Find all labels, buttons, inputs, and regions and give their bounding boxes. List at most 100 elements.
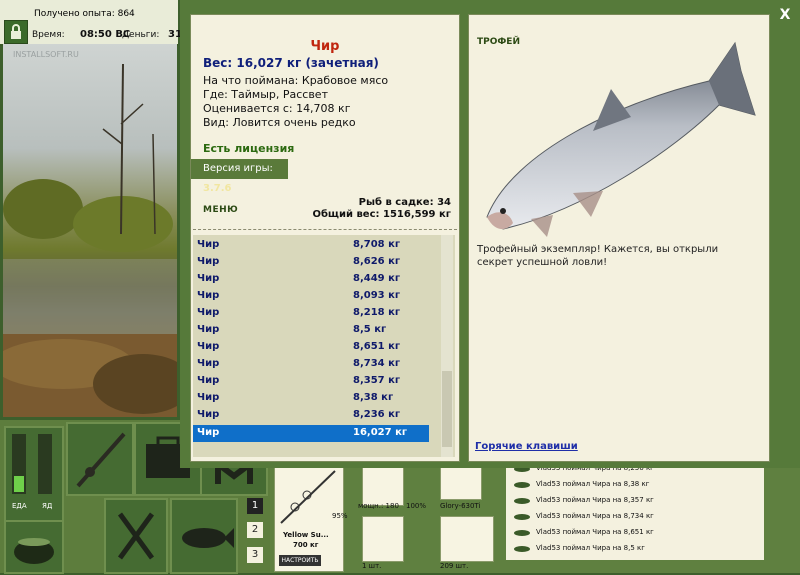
net-count: Рыб в садке: 34 — [358, 197, 451, 208]
rod-percent: 95% — [332, 512, 348, 520]
fish-list-name: Чир — [197, 256, 220, 267]
bait-tile[interactable] — [440, 516, 494, 562]
list-item[interactable]: Чир 8,357 кг — [193, 373, 429, 390]
menu-link[interactable]: МЕНЮ — [203, 205, 238, 215]
poison-gauge — [38, 434, 52, 494]
fish-list-name: Чир — [197, 392, 220, 403]
cauldron-icon[interactable] — [4, 520, 64, 574]
fish-icon — [514, 546, 530, 552]
version-value: 3.7.6 — [203, 183, 232, 194]
setup-button[interactable]: НАСТРОИТЬ — [279, 555, 321, 566]
time-label: Время: — [32, 30, 65, 40]
catch-info-panel: Чир Вес: 16,027 кг (зачетная) На что пой… — [190, 14, 460, 462]
close-button[interactable]: X — [775, 5, 795, 25]
trophy-text: Трофейный экземпляр! Кажется, вы открыли… — [477, 244, 719, 268]
reel-power: мощн.: 180 — [358, 502, 399, 510]
slot-3-button[interactable]: 3 — [247, 547, 263, 563]
lock-icon[interactable] — [4, 20, 28, 44]
fish-list-weight: 16,027 кг — [353, 427, 408, 438]
fish-list-name: Чир — [197, 427, 220, 438]
fish-name: Чир — [310, 39, 340, 54]
fish-list-weight: 8,626 кг — [353, 256, 401, 267]
license-status: Есть лицензия — [203, 142, 295, 155]
place-info: Где: Таймыр, Рассвет — [203, 88, 328, 101]
slot-1-button[interactable]: 1 — [247, 498, 263, 514]
fish-list-weight: 8,449 кг — [353, 273, 401, 284]
catch-log[interactable]: Vlad53 поймал Чира на 8,236 кг Vlad53 по… — [506, 460, 764, 560]
list-item[interactable]: Чир 8,38 кг — [193, 390, 429, 407]
trophy-panel: ТРОФЕЙ Трофейный экземпляр! Кажется, вы … — [468, 14, 770, 462]
catch-log-panel: Vlad53 поймал Чира на 8,236 кг Vlad53 по… — [500, 460, 800, 573]
line-tile[interactable] — [440, 464, 482, 500]
line-name: Glory-630Ti — [440, 502, 481, 510]
gauges-panel: ЕДА ЯД — [4, 426, 64, 522]
fish-list-weight: 8,708 кг — [353, 239, 401, 250]
fish-list-name: Чир — [197, 341, 220, 352]
list-item-selected[interactable]: Чир 16,027 кг — [193, 425, 429, 442]
bait-count: 209 шт. — [440, 562, 469, 570]
game-version: Версия игры: 3.7.6 — [191, 159, 288, 194]
fish-icon — [514, 514, 530, 520]
log-line: Vlad53 поймал Чира на 8,5 кг — [536, 544, 645, 552]
fish-list-name: Чир — [197, 239, 220, 250]
fish-list-weight: 8,734 кг — [353, 358, 401, 369]
fish-list-weight: 8,357 кг — [353, 375, 401, 386]
list-item[interactable]: Чир 8,626 кг — [193, 254, 429, 271]
fish-list-weight: 8,218 кг — [353, 307, 401, 318]
version-label: Версия игры: — [203, 163, 273, 174]
fish-weight: Вес: 16,027 кг (зачетная) — [203, 56, 379, 70]
bait-info: На что поймана: Крабовое мясо — [203, 74, 389, 87]
scrollbar-thumb[interactable] — [442, 371, 452, 447]
fish-icon — [514, 482, 530, 488]
fish-list-name: Чир — [197, 324, 220, 335]
fish-icon — [514, 530, 530, 536]
fish-list-weight: 8,093 кг — [353, 290, 401, 301]
fish-catalog-icon[interactable] — [170, 498, 238, 574]
fish-list-name: Чир — [197, 290, 220, 301]
net-total: Общий вес: 1516,599 кг — [312, 209, 451, 220]
fish-list-name: Чир — [197, 273, 220, 284]
list-item[interactable]: Чир 8,5 кг — [193, 322, 429, 339]
trophy-fish-image — [486, 41, 756, 237]
list-item[interactable]: Чир 8,236 кг — [193, 407, 429, 424]
fish-list[interactable]: Чир 8,708 кг Чир 8,626 кг Чир 8,449 кг Чир 8… — [193, 235, 455, 457]
fish-list-name: Чир — [197, 358, 220, 369]
rod-weight: 700 кг — [293, 541, 319, 549]
fish-list-weight: 8,38 кг — [353, 392, 394, 403]
money-label: Деньги: — [122, 30, 160, 40]
list-item[interactable]: Чир 8,449 кг — [193, 271, 429, 288]
rod-name: Yellow Su... — [283, 531, 329, 539]
divider — [193, 229, 457, 230]
fish-list-name: Чир — [197, 307, 220, 318]
reel-tile[interactable] — [362, 464, 404, 506]
experience-label: Получено опыта: 864 — [34, 9, 135, 19]
fish-list-weight: 8,236 кг — [353, 409, 401, 420]
reel-percent: 100% — [406, 502, 427, 510]
fishing-scene[interactable]: INSTALLSOFT.RU — [3, 44, 177, 417]
fish-list-name: Чир — [197, 409, 220, 420]
fish-list-weight: 8,651 кг — [353, 341, 401, 352]
rod-tool-icon[interactable] — [66, 422, 134, 496]
fish-list-weight: 8,5 кг — [353, 324, 387, 335]
fish-list-name: Чир — [197, 375, 220, 386]
list-item[interactable]: Чир 8,218 кг — [193, 305, 429, 322]
fish-icon — [514, 498, 530, 504]
value-info: Оценивается с: 14,708 кг — [203, 102, 351, 115]
hook-count: 1 шт. — [362, 562, 382, 570]
food-cutlery-icon[interactable] — [104, 498, 168, 574]
list-item[interactable]: Чир 8,734 кг — [193, 356, 429, 373]
log-line: Vlad53 поймал Чира на 8,734 кг — [536, 512, 654, 520]
log-line: Vlad53 поймал Чира на 8,651 кг — [536, 528, 654, 536]
hotkeys-link[interactable]: Горячие клавиши — [475, 441, 578, 452]
poison-label: ЯД — [42, 502, 53, 510]
slot-2-button[interactable]: 2 — [247, 522, 263, 538]
food-label: ЕДА — [12, 502, 27, 510]
hook-tile[interactable] — [362, 516, 404, 562]
food-gauge — [12, 434, 26, 494]
list-item[interactable]: Чир 8,708 кг — [193, 237, 429, 254]
log-line: Vlad53 поймал Чира на 8,38 кг — [536, 480, 650, 488]
list-item[interactable]: Чир 8,651 кг — [193, 339, 429, 356]
log-line: Vlad53 поймал Чира на 8,357 кг — [536, 496, 654, 504]
equipment-panel: Yellow Su... 700 кг НАСТРОИТЬ 95% мощн.:… — [270, 460, 500, 573]
list-item[interactable]: Чир 8,093 кг — [193, 288, 429, 305]
